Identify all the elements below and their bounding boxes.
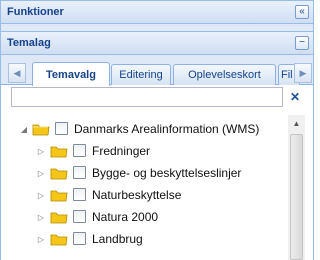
search-input[interactable] bbox=[11, 87, 283, 107]
checkbox[interactable] bbox=[73, 166, 86, 179]
tree-node-label: Natura 2000 bbox=[92, 210, 159, 224]
folder-icon bbox=[50, 146, 68, 158]
tree-node-root[interactable]: ◢ Danmarks Arealinformation (WMS) bbox=[1, 119, 286, 139]
tree-node[interactable]: ▷ Landbrug bbox=[1, 229, 286, 249]
tab-scroll-left-icon[interactable]: ◀ bbox=[8, 63, 26, 83]
tree-node-label: Fredninger bbox=[92, 144, 151, 158]
tab-scroll-right-icon[interactable]: ▶ bbox=[294, 63, 312, 83]
expand-triangle-icon[interactable]: ▷ bbox=[35, 145, 47, 157]
vertical-scrollbar[interactable]: ▲ bbox=[288, 115, 305, 260]
checkbox[interactable] bbox=[73, 210, 86, 223]
panel-gap bbox=[0, 24, 314, 31]
expand-triangle-icon[interactable]: ▷ bbox=[35, 233, 47, 245]
double-chevron-left-icon[interactable]: « bbox=[295, 5, 309, 19]
tree-node-label: Landbrug bbox=[92, 232, 143, 246]
tree-node[interactable]: ▷ Fredninger bbox=[1, 141, 286, 161]
tab-oplevelseskort-label: Oplevelseskort bbox=[188, 69, 261, 81]
search-row: ✕ bbox=[11, 87, 305, 109]
checkbox[interactable] bbox=[73, 144, 86, 157]
tab-fil-label: Fil bbox=[281, 69, 293, 81]
temalag-panel-body: ◀ Temavalg Editering Oplevelseskort Fil … bbox=[0, 55, 314, 260]
folder-icon bbox=[32, 124, 50, 136]
tab-editering[interactable]: Editering bbox=[111, 64, 171, 85]
folder-icon bbox=[50, 190, 68, 202]
scrollbar-thumb[interactable] bbox=[290, 134, 303, 260]
minus-icon[interactable]: − bbox=[295, 36, 309, 50]
tab-temavalg[interactable]: Temavalg bbox=[32, 62, 110, 86]
expand-triangle-icon[interactable]: ▷ bbox=[35, 211, 47, 223]
funktioner-panel-header[interactable]: Funktioner bbox=[0, 0, 314, 24]
layer-tree: ◢ Danmarks Arealinformation (WMS) ▷ Fred… bbox=[1, 115, 313, 260]
temalag-panel-header[interactable]: Temalag bbox=[0, 31, 314, 55]
folder-icon bbox=[50, 168, 68, 180]
collapse-triangle-icon[interactable]: ◢ bbox=[18, 123, 30, 135]
temalag-title: Temalag bbox=[7, 37, 51, 49]
expand-triangle-icon[interactable]: ▷ bbox=[35, 189, 47, 201]
folder-icon bbox=[50, 234, 68, 246]
tab-strip: ◀ Temavalg Editering Oplevelseskort Fil … bbox=[1, 55, 313, 86]
close-icon[interactable]: ✕ bbox=[287, 89, 303, 105]
folder-icon bbox=[50, 212, 68, 224]
tree-node[interactable]: ▷ Bygge- og beskyttelseslinjer bbox=[1, 163, 286, 183]
expand-triangle-icon[interactable]: ▷ bbox=[35, 167, 47, 179]
checkbox[interactable] bbox=[73, 232, 86, 245]
checkbox[interactable] bbox=[55, 122, 68, 135]
tree-node-label: Naturbeskyttelse bbox=[92, 188, 182, 202]
checkbox[interactable] bbox=[73, 188, 86, 201]
tree-node-label: Danmarks Arealinformation (WMS) bbox=[74, 122, 260, 136]
tree-node-label: Bygge- og beskyttelseslinjer bbox=[92, 166, 242, 180]
scroll-up-arrow-icon[interactable]: ▲ bbox=[288, 115, 305, 132]
tab-oplevelseskort[interactable]: Oplevelseskort bbox=[173, 64, 276, 85]
tree-node[interactable]: ▷ Naturbeskyttelse bbox=[1, 185, 286, 205]
funktioner-title: Funktioner bbox=[7, 6, 64, 18]
tab-temavalg-label: Temavalg bbox=[46, 68, 96, 81]
tab-editering-label: Editering bbox=[119, 69, 163, 81]
tree-node[interactable]: ▷ Natura 2000 bbox=[1, 207, 286, 227]
